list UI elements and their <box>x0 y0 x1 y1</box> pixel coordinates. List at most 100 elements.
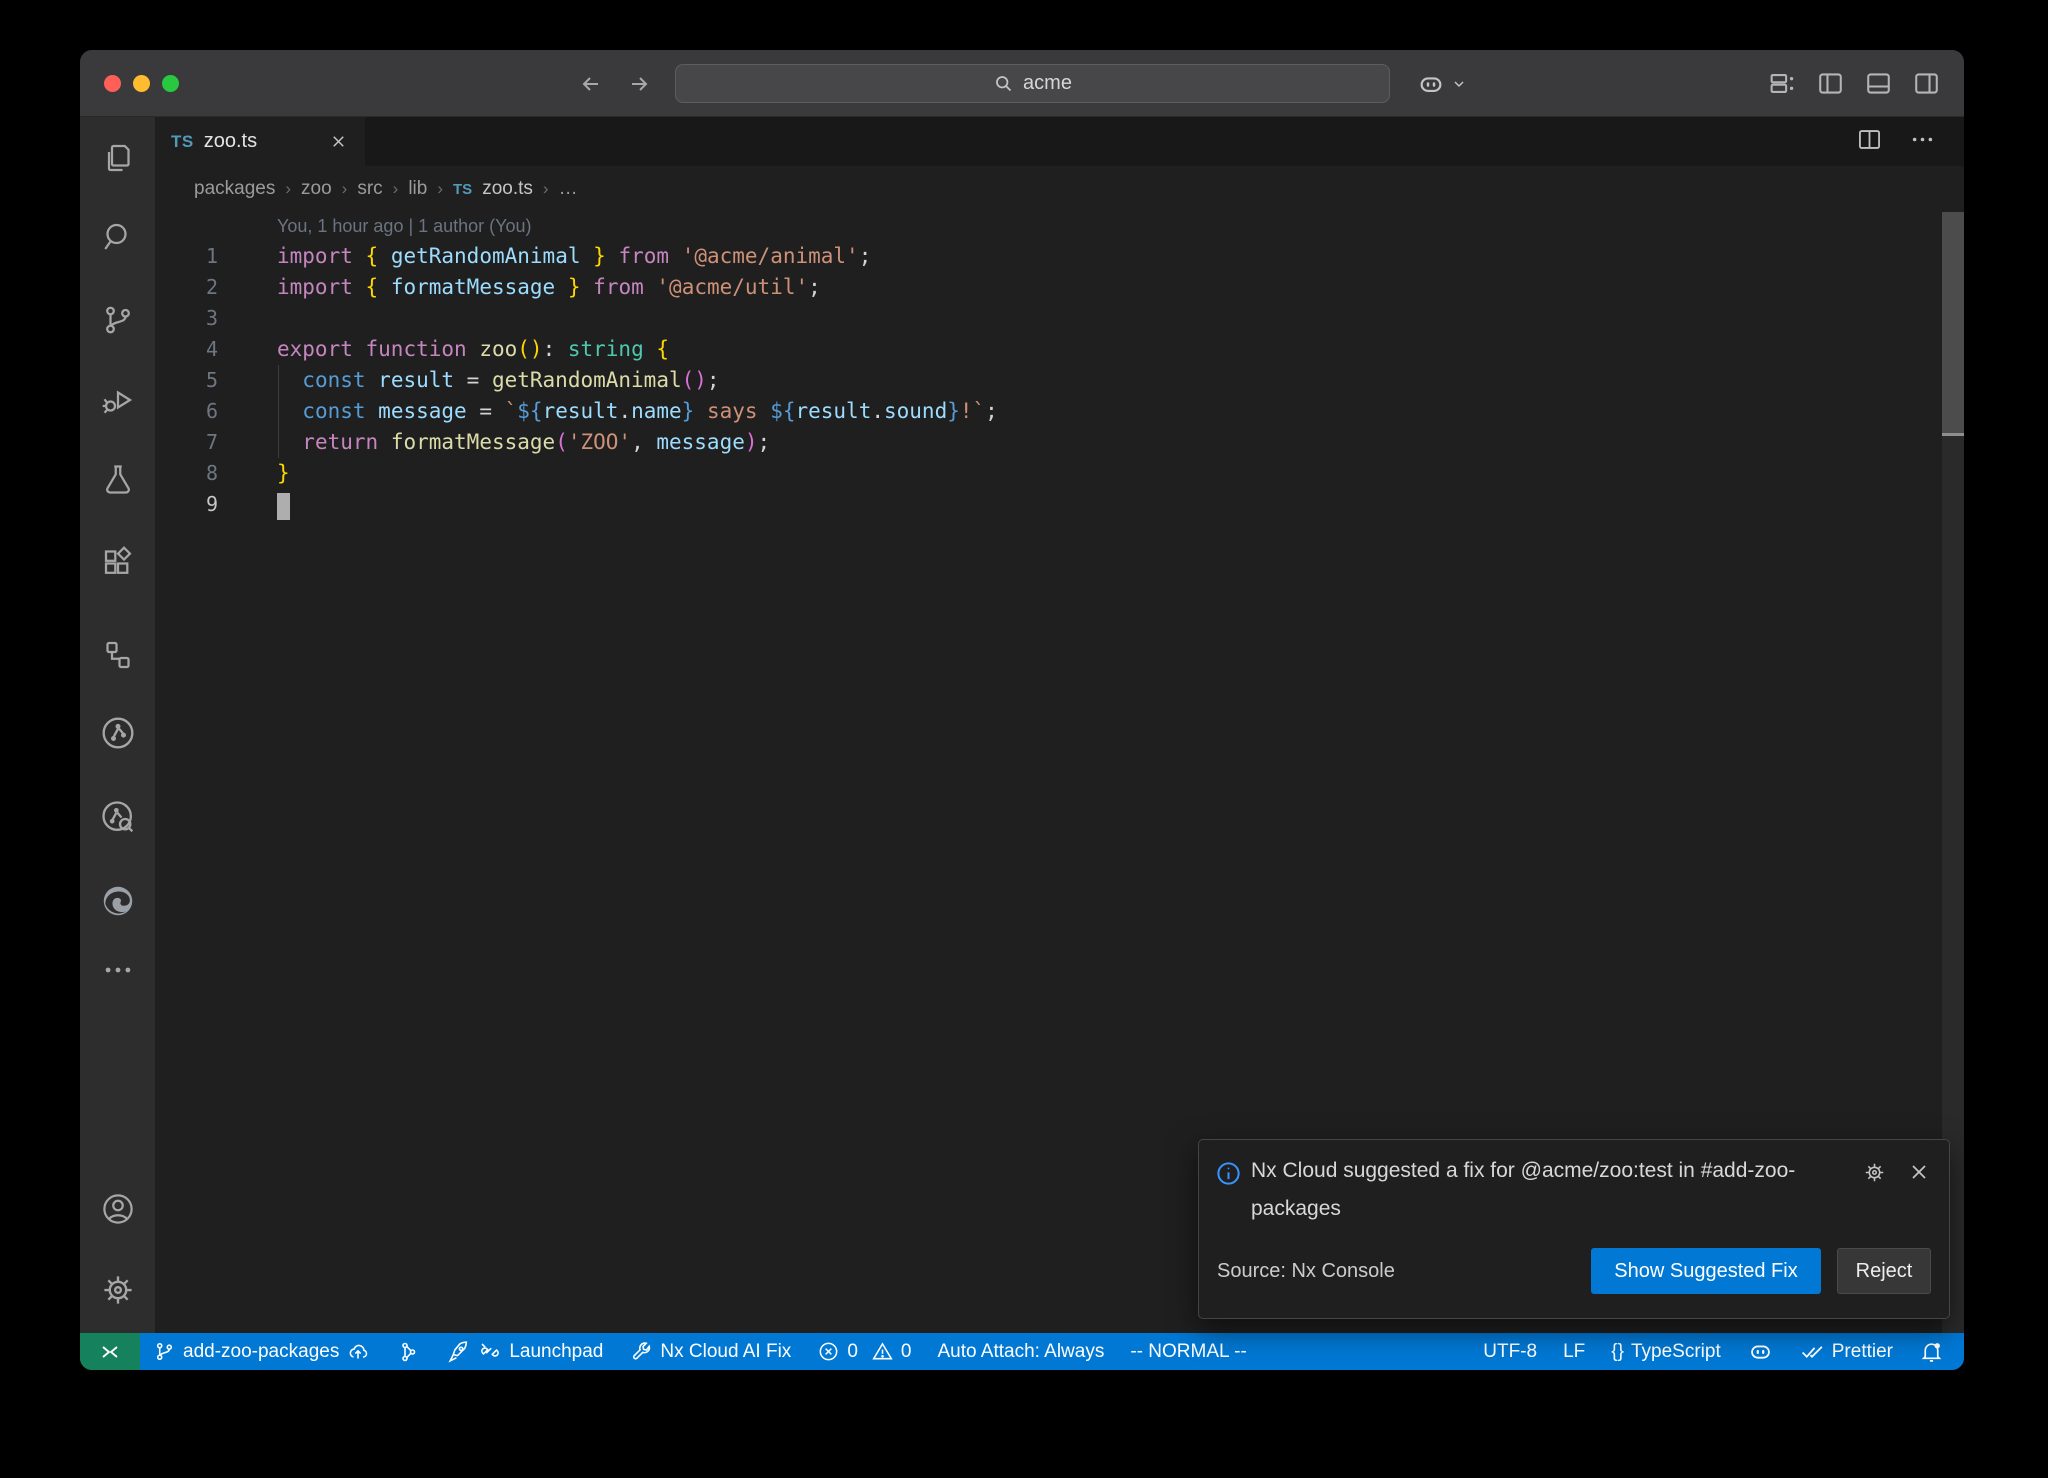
beaker-icon <box>100 462 136 498</box>
reject-button[interactable]: Reject <box>1837 1248 1931 1294</box>
prettier-label: Prettier <box>1832 1341 1893 1363</box>
more-actions-button[interactable] <box>1909 126 1936 158</box>
status-launchpad[interactable]: Launchpad <box>446 1339 603 1364</box>
desktop: acme <box>0 0 2048 1478</box>
breadcrumb-item-src[interactable]: src <box>357 178 382 200</box>
gear-icon <box>1862 1160 1887 1185</box>
sidebar-item-edge-browser[interactable] <box>80 877 155 925</box>
status-vim-mode[interactable]: -- NORMAL -- <box>1130 1341 1246 1363</box>
warning-count: 0 <box>901 1341 912 1363</box>
activity-bar <box>80 117 155 1333</box>
typescript-file-icon: TS <box>453 181 472 198</box>
toggle-panel-button[interactable] <box>1863 68 1894 99</box>
customize-layout-button[interactable] <box>1767 68 1798 99</box>
status-git-branch[interactable]: add-zoo-packages <box>153 1340 370 1364</box>
tab-label: zoo.ts <box>204 130 257 153</box>
code-line-8: } <box>277 458 1934 489</box>
line-number: 2 <box>155 272 218 303</box>
code-line-7: return formatMessage('ZOO', message); <box>277 427 1934 458</box>
nx-cloud-ai-fix-label: Nx Cloud AI Fix <box>660 1341 791 1363</box>
status-language-mode[interactable]: {} TypeScript <box>1611 1341 1720 1363</box>
accounts-button[interactable] <box>80 1185 155 1233</box>
command-center-text: acme <box>1023 72 1072 95</box>
toggle-secondary-sidebar-button[interactable] <box>1911 68 1942 99</box>
split-editor-button[interactable] <box>1856 126 1883 158</box>
line-number: 1 <box>155 241 218 272</box>
nx-project-graph-icon <box>98 797 138 837</box>
status-formatter-prettier[interactable]: Prettier <box>1800 1339 1893 1364</box>
line-number: 4 <box>155 334 218 365</box>
ellipsis-icon <box>1909 126 1936 153</box>
breadcrumb-item-zoo[interactable]: zoo <box>301 178 332 200</box>
notifications-bell-button[interactable] <box>1919 1339 1944 1364</box>
copilot-icon <box>1747 1338 1774 1365</box>
sidebar-item-run-debug[interactable] <box>80 376 155 424</box>
status-auto-attach[interactable]: Auto Attach: Always <box>937 1341 1104 1363</box>
sidebar-item-source-control[interactable] <box>80 296 155 344</box>
arrow-left-icon <box>579 72 603 96</box>
breadcrumb-item-file[interactable]: zoo.ts <box>482 178 533 200</box>
chevron-down-icon <box>1451 76 1467 92</box>
tab-zoo-ts[interactable]: TS zoo.ts <box>155 117 365 166</box>
copilot-menu-button[interactable] <box>1416 50 1467 117</box>
notification-close-button[interactable] <box>1907 1160 1931 1190</box>
customize-layout-icon <box>1768 69 1797 98</box>
error-icon <box>817 1340 840 1363</box>
panel-bottom-icon <box>1864 69 1893 98</box>
navigate-forward-button[interactable] <box>626 71 652 97</box>
typescript-file-icon: TS <box>171 132 194 152</box>
settings-button[interactable] <box>80 1266 155 1314</box>
title-bar: acme <box>80 50 1964 117</box>
status-nx-graph-button[interactable] <box>396 1340 420 1364</box>
close-icon <box>1907 1160 1931 1184</box>
rocket-icon <box>446 1339 471 1364</box>
code-line-5: const result = getRandomAnimal(); <box>277 365 1934 396</box>
breadcrumb-separator: › <box>543 179 549 199</box>
arrow-right-icon <box>627 72 651 96</box>
double-check-icon <box>1800 1339 1825 1364</box>
account-icon <box>99 1190 137 1228</box>
nx-console-icon <box>100 637 136 673</box>
sidebar-item-search[interactable] <box>80 213 155 261</box>
sidebar-item-more-views[interactable] <box>80 946 155 994</box>
scrollbar-thumb[interactable] <box>1942 212 1964 433</box>
publish-cloud-icon <box>346 1340 370 1364</box>
navigate-back-button[interactable] <box>578 71 604 97</box>
show-suggested-fix-button[interactable]: Show Suggested Fix <box>1591 1248 1821 1294</box>
code-line-3 <box>277 303 1934 334</box>
zoom-window-button[interactable] <box>162 75 179 92</box>
minimize-window-button[interactable] <box>133 75 150 92</box>
edge-browser-icon <box>99 882 137 920</box>
status-encoding[interactable]: UTF-8 <box>1483 1341 1537 1363</box>
status-problems[interactable]: 0 0 <box>817 1340 911 1363</box>
notification-settings-button[interactable] <box>1862 1160 1887 1190</box>
git-blame-annotation: You, 1 hour ago | 1 author (You) <box>277 212 532 241</box>
warning-icon <box>871 1340 894 1363</box>
toggle-primary-sidebar-button[interactable] <box>1815 68 1846 99</box>
command-center-search[interactable]: acme <box>675 64 1390 103</box>
sidebar-item-nx-console[interactable] <box>80 631 155 679</box>
remote-icon <box>98 1340 122 1364</box>
copilot-icon <box>1416 69 1446 99</box>
sidebar-item-extensions[interactable] <box>80 538 155 586</box>
breadcrumb-overflow[interactable]: … <box>559 178 578 200</box>
breadcrumb-item-lib[interactable]: lib <box>408 178 427 200</box>
breadcrumb: packages›zoo›src›lib›TSzoo.ts›… <box>155 166 1964 212</box>
notification-message: Nx Cloud suggested a fix for @acme/zoo:t… <box>1251 1152 1836 1228</box>
code-lines: import { getRandomAnimal } from '@acme/a… <box>277 241 1934 520</box>
braces-icon: {} <box>1611 1341 1624 1363</box>
tab-close-button[interactable] <box>327 131 349 153</box>
status-eol[interactable]: LF <box>1563 1341 1585 1363</box>
status-copilot[interactable] <box>1747 1338 1774 1365</box>
sidebar-item-nx-cloud[interactable] <box>80 709 155 757</box>
breadcrumb-separator: › <box>285 179 291 199</box>
sidebar-item-nx-project-graph[interactable] <box>80 793 155 841</box>
extensions-icon <box>100 544 136 580</box>
breadcrumb-item-packages[interactable]: packages <box>194 178 275 200</box>
sidebar-item-testing[interactable] <box>80 456 155 504</box>
breadcrumb-separator: › <box>342 179 348 199</box>
status-nx-cloud-ai-fix[interactable]: Nx Cloud AI Fix <box>629 1340 791 1364</box>
sidebar-item-explorer[interactable] <box>80 134 155 182</box>
remote-indicator[interactable] <box>80 1333 140 1370</box>
close-window-button[interactable] <box>104 75 121 92</box>
